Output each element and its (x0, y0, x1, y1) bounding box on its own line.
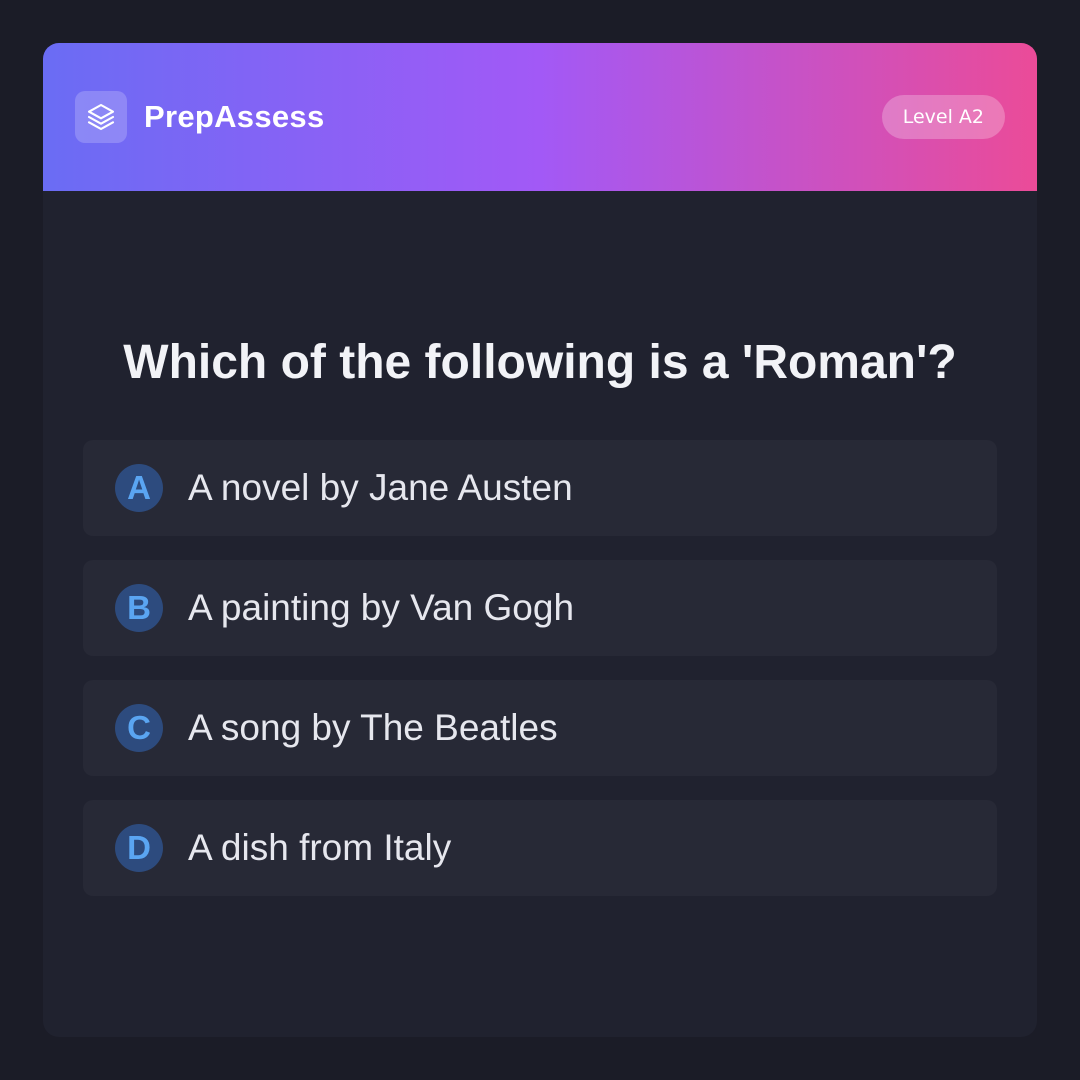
app-name: PrepAssess (144, 99, 325, 134)
option-letter: C (115, 704, 163, 752)
option-text: A novel by Jane Austen (188, 467, 573, 508)
app-logo (75, 91, 127, 143)
quiz-card: PrepAssess Level A2 Which of the followi… (43, 43, 1037, 1037)
option-text: A dish from Italy (188, 827, 452, 868)
level-badge: Level A2 (881, 95, 1005, 139)
layers-icon (87, 103, 115, 131)
question-text: Which of the following is a 'Roman'? (123, 336, 957, 389)
answer-option-a[interactable]: A A novel by Jane Austen (83, 440, 997, 536)
quiz-header: PrepAssess Level A2 (43, 43, 1037, 191)
answer-option-c[interactable]: C A song by The Beatles (83, 680, 997, 776)
option-letter: A (115, 464, 163, 512)
answer-option-b[interactable]: B A painting by Van Gogh (83, 560, 997, 656)
option-text: A painting by Van Gogh (188, 587, 575, 628)
option-text: A song by The Beatles (188, 707, 558, 748)
option-letter: D (115, 824, 163, 872)
option-letter: B (115, 584, 163, 632)
answer-option-d[interactable]: D A dish from Italy (83, 800, 997, 896)
